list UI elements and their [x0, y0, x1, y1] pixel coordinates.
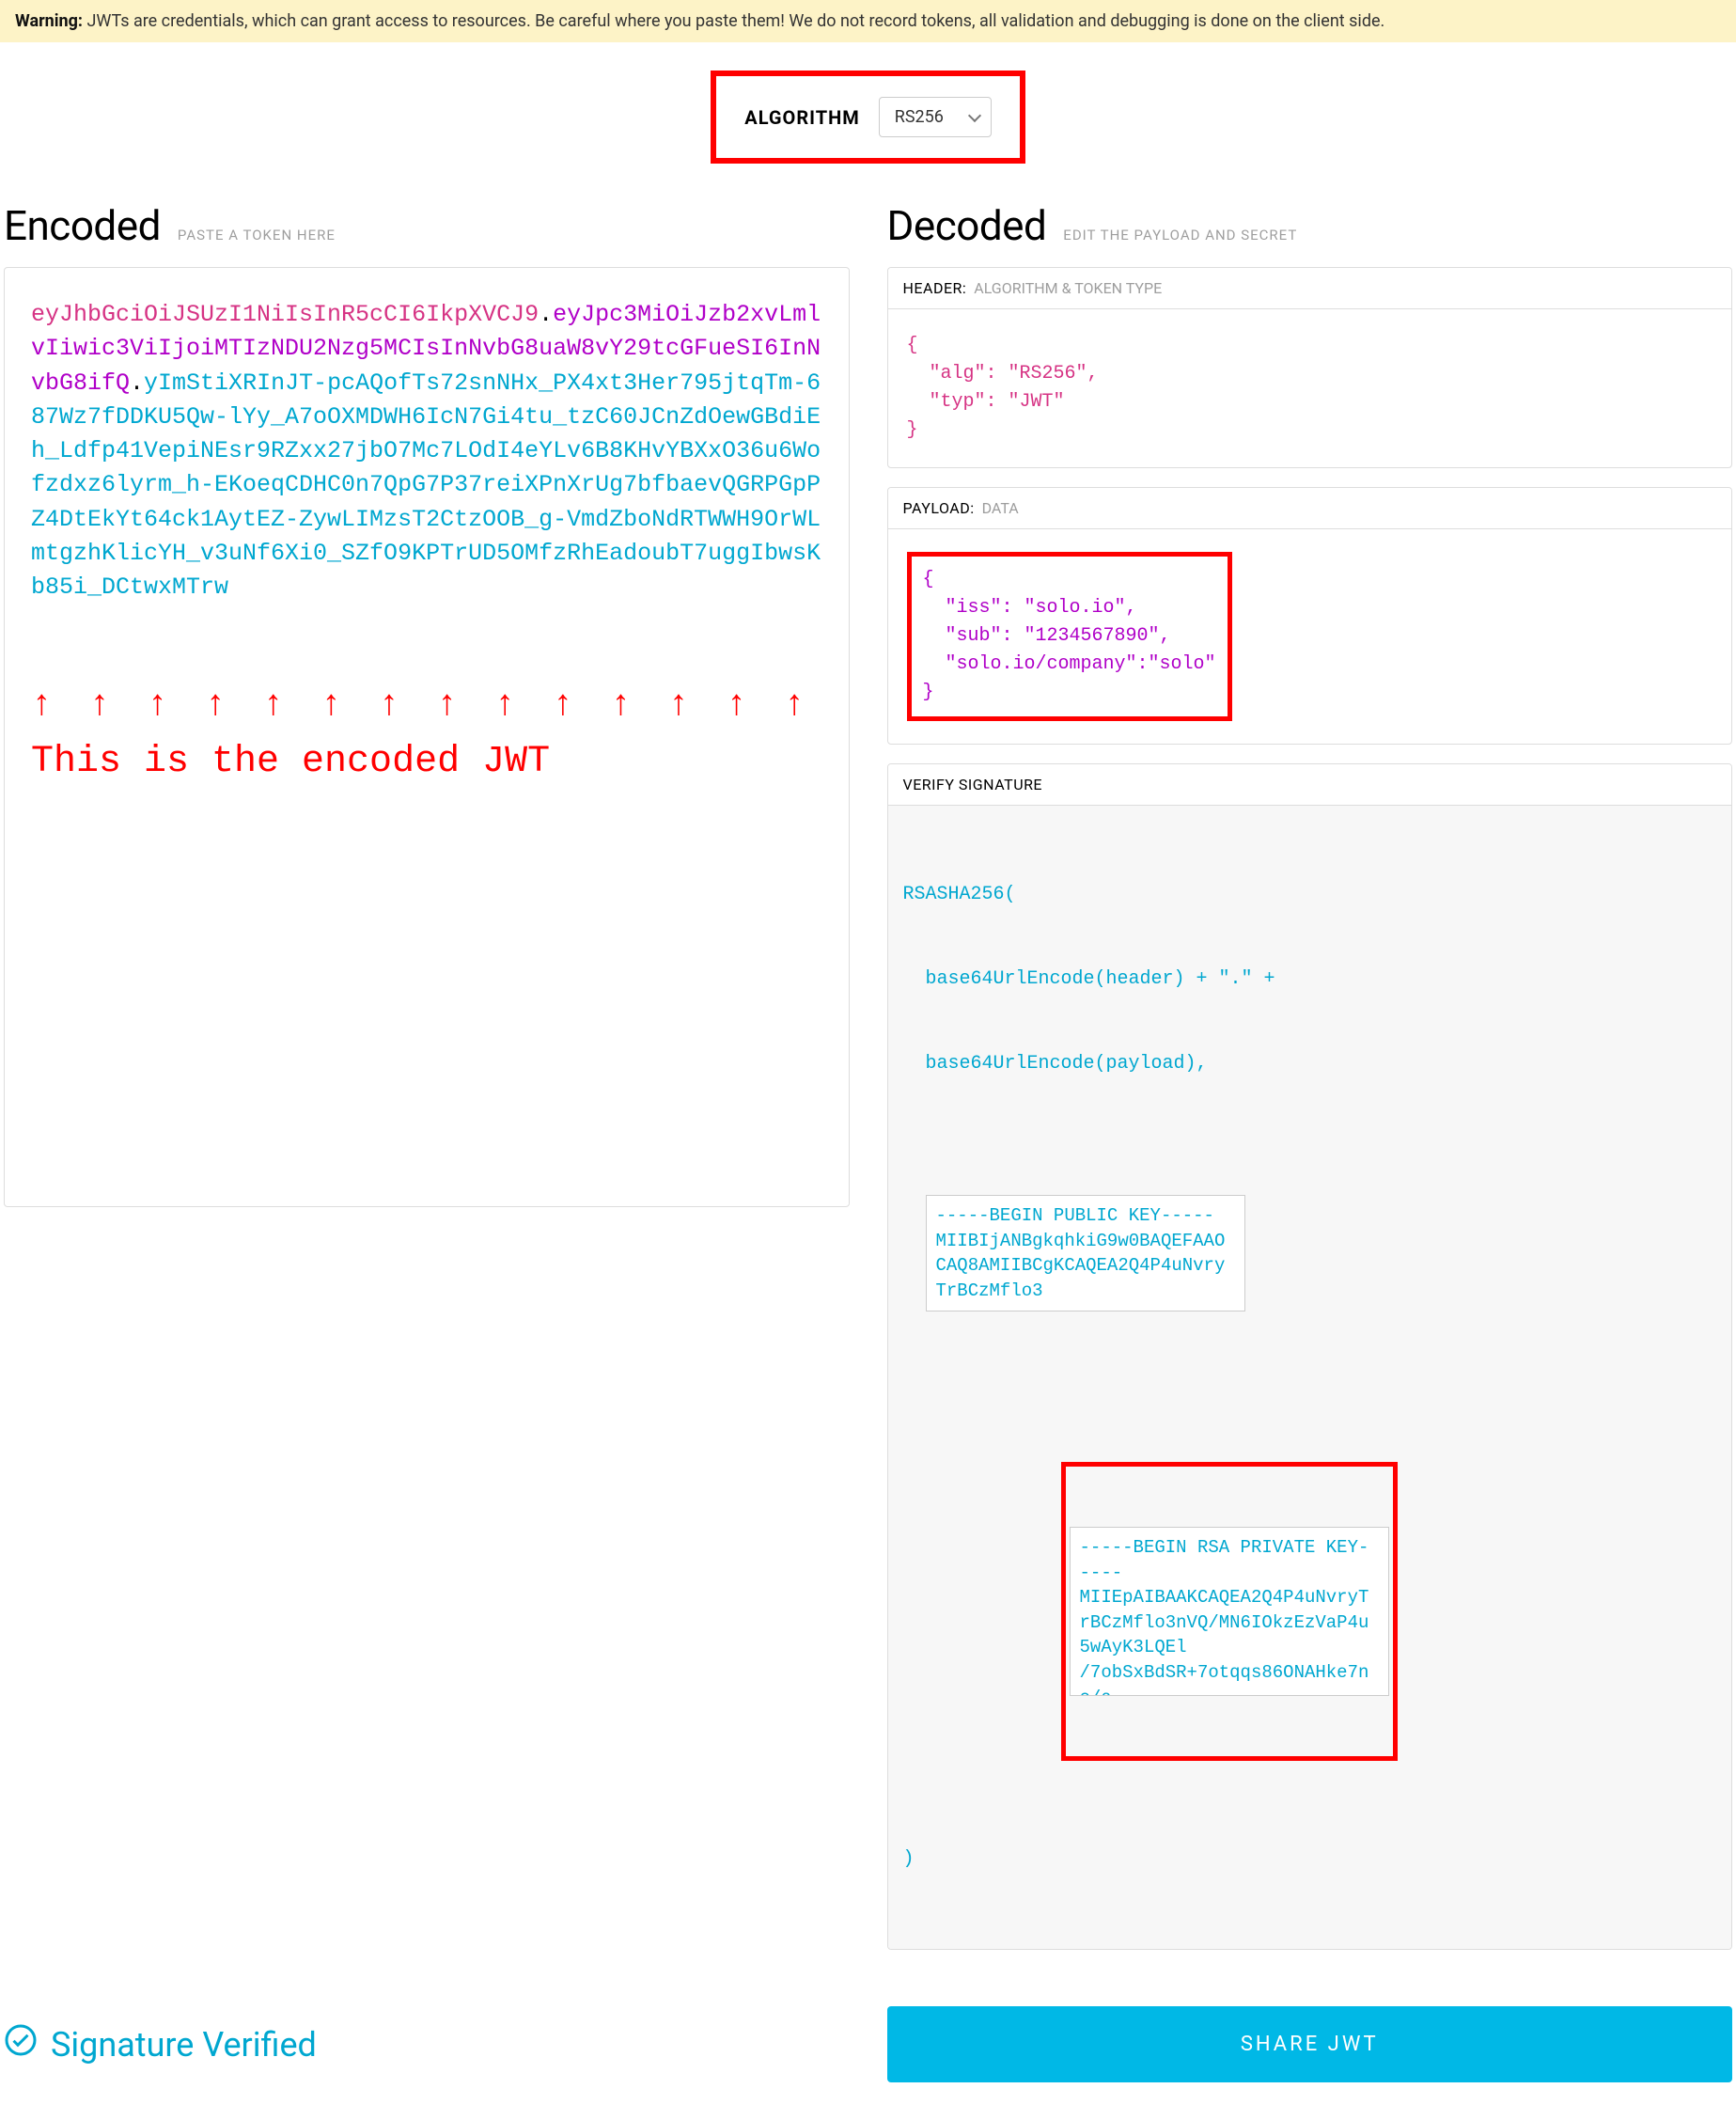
sig-line-1: RSASHA256( [903, 881, 1717, 909]
verify-label: VERIFY SIGNATURE [903, 776, 1043, 793]
warning-prefix: Warning: [15, 11, 83, 31]
sig-line-2: base64UrlEncode(header) + "." + [903, 966, 1717, 994]
encoded-token-box[interactable]: eyJhbGciOiJSUzI1NiIsInR5cCI6IkpXVCJ9.eyJ… [4, 267, 850, 1207]
jwt-dot: . [539, 301, 553, 328]
public-key-input[interactable] [926, 1195, 1245, 1311]
warning-banner: Warning: JWTs are credentials, which can… [0, 0, 1736, 42]
sig-line-3: base64UrlEncode(payload), [903, 1050, 1717, 1078]
header-code: { "alg": "RS256", "typ": "JWT" } [907, 332, 1713, 445]
share-jwt-button[interactable]: SHARE JWT [887, 2006, 1733, 2082]
payload-highlight: { "iss": "solo.io", "sub": "1234567890",… [907, 552, 1232, 721]
payload-code: { "iss": "solo.io", "sub": "1234567890",… [923, 566, 1216, 707]
encoded-subtitle: PASTE A TOKEN HERE [178, 227, 336, 243]
verified-text: Signature Verified [51, 2025, 317, 2065]
payload-section-title: PAYLOAD: DATA [888, 488, 1732, 529]
header-section: HEADER: ALGORITHM & TOKEN TYPE { "alg": … [887, 267, 1733, 468]
verify-section-title: VERIFY SIGNATURE [888, 764, 1732, 806]
jwt-dot: . [130, 369, 144, 397]
verify-section: VERIFY SIGNATURE RSASHA256( base64UrlEnc… [887, 763, 1733, 1950]
encoded-title: Encoded [4, 201, 161, 250]
algorithm-label: ALGORITHM [744, 106, 859, 129]
payload-sublabel: DATA [982, 499, 1019, 517]
header-sublabel: ALGORITHM & TOKEN TYPE [974, 279, 1162, 297]
private-key-input[interactable] [1070, 1527, 1389, 1696]
private-key-highlight [1061, 1462, 1398, 1761]
share-jwt-label: SHARE JWT [1241, 2033, 1379, 2056]
verify-body: RSASHA256( base64UrlEncode(header) + "."… [888, 806, 1732, 1949]
header-section-title: HEADER: ALGORITHM & TOKEN TYPE [888, 268, 1732, 309]
arrow-indicators: ↑ ↑ ↑ ↑ ↑ ↑ ↑ ↑ ↑ ↑ ↑ ↑ ↑ ↑ [31, 680, 822, 731]
payload-label: PAYLOAD: [903, 499, 975, 517]
jwt-header-segment: eyJhbGciOiJSUzI1NiIsInR5cCI6IkpXVCJ9 [31, 301, 539, 328]
check-circle-icon [4, 2023, 38, 2065]
decoded-subtitle: EDIT THE PAYLOAD AND SECRET [1063, 227, 1297, 243]
encoded-caption: This is the encoded JWT [31, 735, 822, 790]
algorithm-value: RS256 [895, 107, 944, 127]
sig-close: ) [903, 1845, 1717, 1874]
algorithm-select[interactable]: RS256 [879, 97, 992, 137]
header-body[interactable]: { "alg": "RS256", "typ": "JWT" } [888, 309, 1732, 467]
header-label: HEADER: [903, 279, 967, 297]
algorithm-box: ALGORITHM RS256 [711, 71, 1024, 164]
algorithm-row: ALGORITHM RS256 [0, 71, 1736, 164]
jwt-signature-segment: yImStiXRInJT-pcAQofTs72snNHx_PX4xt3Her79… [31, 369, 821, 602]
decoded-column: Decoded EDIT THE PAYLOAD AND SECRET HEAD… [887, 201, 1733, 1969]
payload-section: PAYLOAD: DATA { "iss": "solo.io", "sub":… [887, 487, 1733, 745]
encoded-column: Encoded PASTE A TOKEN HERE eyJhbGciOiJSU… [4, 201, 850, 1969]
payload-body[interactable]: { "iss": "solo.io", "sub": "1234567890",… [888, 529, 1732, 744]
decoded-title: Decoded [887, 201, 1047, 250]
warning-text: JWTs are credentials, which can grant ac… [83, 11, 1384, 31]
signature-verified: Signature Verified [4, 2023, 850, 2065]
